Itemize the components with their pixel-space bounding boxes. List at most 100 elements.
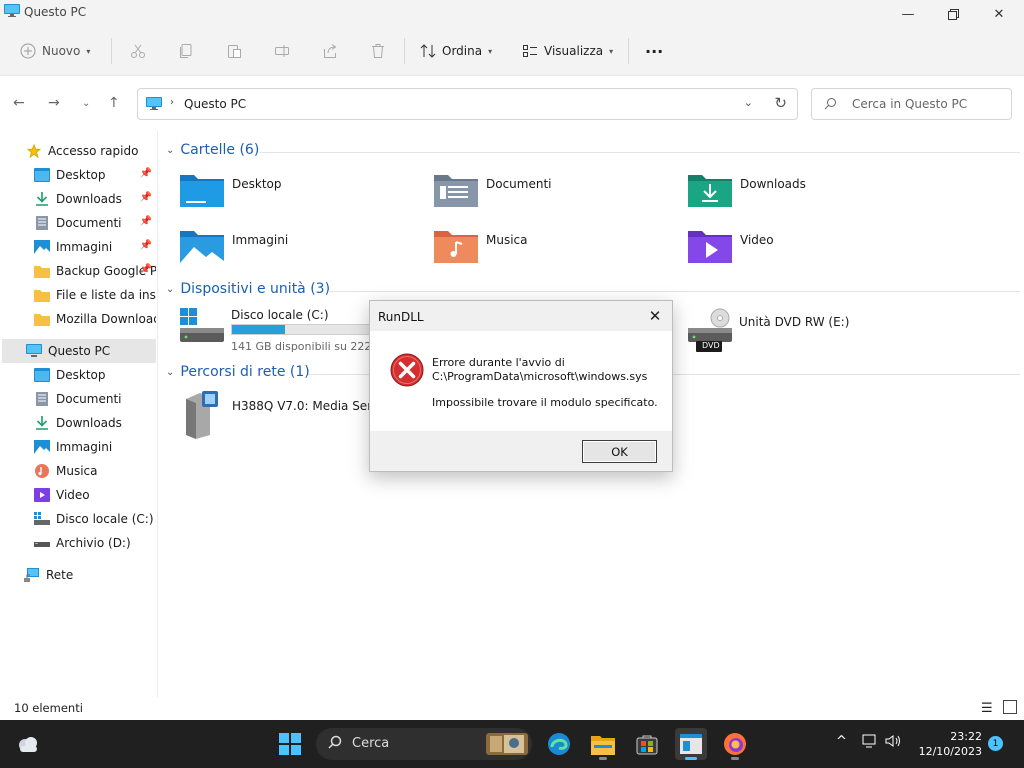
sidebar-item-label: Immagini <box>56 240 113 254</box>
sidebar-item-documents-pc[interactable]: Documenti <box>0 387 156 411</box>
folder-tile-desktop[interactable]: Desktop <box>180 171 282 207</box>
divider <box>260 152 1020 153</box>
sidebar-item-video[interactable]: Video <box>0 483 156 507</box>
maximize-button[interactable] <box>930 0 976 28</box>
sidebar-item-archive-d[interactable]: Archivio (D:) <box>0 531 156 555</box>
refresh-button[interactable]: ↻ <box>774 94 787 112</box>
folder-tile-music[interactable]: Musica <box>434 227 528 263</box>
sidebar-item-file-e-liste[interactable]: File e liste da inserir <box>0 283 156 307</box>
network-icon <box>24 568 39 582</box>
drive-usage-bar <box>231 324 381 335</box>
error-message: Errore durante l'avvio di C:\ProgramData… <box>432 356 647 384</box>
start-button[interactable] <box>274 728 306 760</box>
pin-icon: 📌 <box>139 240 152 251</box>
taskbar-edge[interactable] <box>543 728 575 760</box>
window-app-icon <box>680 734 702 754</box>
taskbar-search[interactable]: Cerca <box>316 728 532 760</box>
volume-button[interactable] <box>885 734 901 752</box>
sidebar-item-desktop-pc[interactable]: Desktop <box>0 363 156 387</box>
sidebar-item-quick-access[interactable]: Accesso rapido <box>0 139 156 163</box>
address-history-button[interactable]: ⌄ <box>744 96 753 109</box>
sidebar-item-desktop[interactable]: Desktop 📌 <box>0 163 156 187</box>
sidebar-item-music[interactable]: Musica <box>0 459 156 483</box>
rundll-error-dialog: RunDLL ✕ Errore durante l'avvio di C:\Pr… <box>369 300 673 472</box>
share-button[interactable] <box>322 38 338 64</box>
sidebar-item-label: Immagini <box>56 440 113 454</box>
show-hidden-icons-button[interactable]: ^ <box>836 734 847 749</box>
scissors-icon <box>131 44 145 58</box>
sidebar-item-mozilla-download[interactable]: Mozilla Download <box>0 307 156 331</box>
group-header-folders[interactable]: ⌄ Cartelle (6) <box>166 142 259 158</box>
document-icon <box>36 216 48 230</box>
sidebar-item-documents[interactable]: Documenti 📌 <box>0 211 156 235</box>
windows-drive-icon <box>180 308 224 342</box>
sidebar-item-network[interactable]: Rete <box>0 563 156 587</box>
tiles-view-button[interactable] <box>1003 700 1017 714</box>
sidebar-item-downloads-pc[interactable]: Downloads <box>0 411 156 435</box>
taskbar-clock[interactable]: 23:22 12/10/2023 <box>912 729 982 759</box>
copy-button[interactable] <box>178 38 194 64</box>
close-icon: ✕ <box>993 6 1005 22</box>
folder-tile-documents[interactable]: Documenti <box>434 171 552 207</box>
recent-locations-button[interactable]: ⌄ <box>82 98 90 109</box>
paste-icon <box>228 45 241 58</box>
close-window-button[interactable]: ✕ <box>976 0 1022 28</box>
error-line-2: C:\ProgramData\microsoft\windows.sys <box>432 370 648 383</box>
drive-tile-c[interactable]: Disco locale (C:) 141 GB disponibili su … <box>180 308 400 356</box>
ok-button[interactable]: OK <box>582 440 657 463</box>
dialog-body: Errore durante l'avvio di C:\ProgramData… <box>370 331 672 431</box>
new-label: Nuovo <box>42 44 81 58</box>
search-box[interactable]: Cerca in Questo PC <box>811 88 1012 120</box>
notification-badge[interactable]: 1 <box>988 736 1003 751</box>
taskbar-firefox[interactable] <box>719 728 751 760</box>
back-button[interactable]: ← <box>13 95 25 111</box>
address-bar[interactable]: › Questo PC ⌄ ↻ <box>137 88 798 120</box>
folder-label: Desktop <box>232 177 282 191</box>
sidebar-item-local-disk-c[interactable]: Disco locale (C:) <box>0 507 156 531</box>
rename-button[interactable] <box>274 38 290 64</box>
refresh-icon: ↻ <box>774 94 787 112</box>
drive-tile-dvd[interactable]: DVD Unità DVD RW (E:) <box>688 308 888 356</box>
more-options-button[interactable]: ··· <box>645 38 663 64</box>
taskbar-store[interactable] <box>631 728 663 760</box>
group-header-network[interactable]: ⌄ Percorsi di rete (1) <box>166 364 310 380</box>
folder-tile-downloads[interactable]: Downloads <box>688 171 806 207</box>
windows-logo-icon <box>279 733 301 755</box>
more-icon: ··· <box>645 41 664 61</box>
sort-button[interactable]: Ordina ▾ <box>420 38 492 64</box>
up-button[interactable]: ↑ <box>108 95 120 111</box>
view-button[interactable]: Visualizza ▾ <box>522 38 613 64</box>
trash-icon <box>372 44 384 58</box>
sidebar-item-backup-google[interactable]: Backup Google Pho 📌 <box>0 259 156 283</box>
network-tray-button[interactable] <box>862 734 878 752</box>
sidebar-item-downloads[interactable]: Downloads 📌 <box>0 187 156 211</box>
delete-button[interactable] <box>370 38 386 64</box>
breadcrumb[interactable]: Questo PC <box>184 97 246 111</box>
running-indicator <box>731 757 739 760</box>
error-detail: Impossibile trovare il modulo specificat… <box>432 396 658 409</box>
sidebar-item-images-pc[interactable]: Immagini <box>0 435 156 459</box>
details-view-button[interactable]: ☰ <box>981 701 993 716</box>
minimize-button[interactable]: — <box>885 0 931 28</box>
paste-button[interactable] <box>226 38 242 64</box>
cut-button[interactable] <box>130 38 146 64</box>
folder-tile-video[interactable]: Video <box>688 227 774 263</box>
taskbar-rundll[interactable] <box>675 728 707 760</box>
new-button[interactable]: Nuovo ▾ <box>20 38 90 64</box>
sidebar-item-this-pc[interactable]: Questo PC <box>2 339 156 363</box>
sidebar-item-label: Video <box>56 488 90 502</box>
video-folder-icon <box>688 231 732 263</box>
weather-widget[interactable] <box>12 728 44 760</box>
search-placeholder: Cerca in Questo PC <box>852 97 968 111</box>
arrow-right-icon: → <box>48 95 60 111</box>
forward-button[interactable]: → <box>48 95 60 111</box>
documents-folder-icon <box>434 175 478 207</box>
sidebar-item-label: File e liste da inserir <box>56 288 156 302</box>
group-header-devices[interactable]: ⌄ Dispositivi e unità (3) <box>166 281 330 297</box>
sidebar-item-images[interactable]: Immagini 📌 <box>0 235 156 259</box>
taskbar-file-explorer[interactable] <box>587 728 619 760</box>
dialog-close-button[interactable]: ✕ <box>644 305 666 327</box>
folder-tile-images[interactable]: Immagini <box>180 227 288 263</box>
network-media-server-tile[interactable]: H388Q V7.0: Media Server: <box>180 391 395 439</box>
music-folder-icon <box>434 231 478 263</box>
